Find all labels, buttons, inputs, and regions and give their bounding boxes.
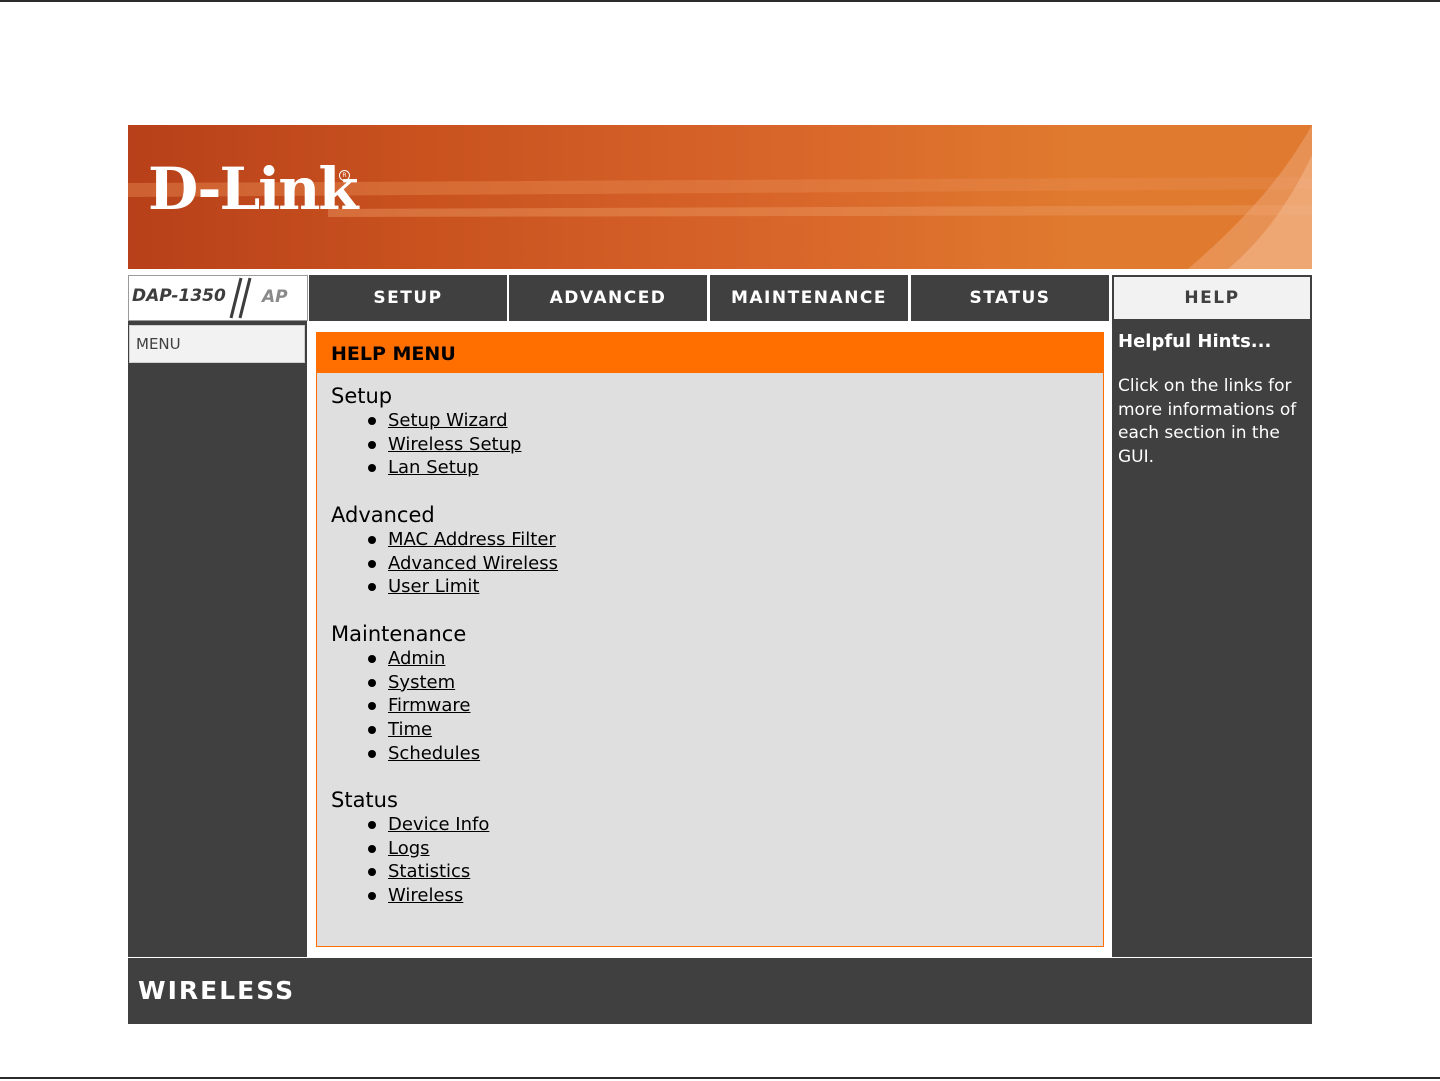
list-item: Logs	[331, 837, 489, 861]
header-banner: D-Link R	[128, 125, 1312, 269]
section-title: Setup	[331, 384, 393, 408]
link-admin[interactable]: Admin	[388, 648, 445, 669]
link-list: Setup Wizard Wireless Setup Lan Setup	[331, 409, 521, 480]
link-list: Admin System Firmware Time Schedules	[331, 647, 480, 765]
left-sidebar: MENU	[128, 321, 307, 957]
list-item: System	[331, 671, 480, 695]
helpful-hints-sidebar: Helpful Hints... Click on the links for …	[1112, 321, 1312, 957]
list-item: Advanced Wireless	[331, 552, 558, 576]
link-advanced-wireless[interactable]: Advanced Wireless	[388, 553, 558, 574]
link-list: Device Info Logs Statistics Wireless	[331, 813, 489, 908]
link-wireless-setup[interactable]: Wireless Setup	[388, 434, 521, 455]
link-setup-wizard[interactable]: Setup Wizard	[388, 410, 508, 431]
hints-text: Click on the links for more informations…	[1118, 376, 1297, 467]
list-item: Statistics	[331, 860, 489, 884]
bullet-icon	[368, 464, 376, 473]
link-firmware[interactable]: Firmware	[388, 695, 471, 716]
bullet-icon	[368, 655, 376, 663]
tab-status[interactable]: STATUS	[911, 275, 1109, 321]
help-menu-panel: HELP MENU Setup Setup Wizard Wireless Se…	[316, 332, 1104, 947]
bullet-icon	[368, 417, 376, 425]
section-title: Maintenance	[331, 622, 467, 646]
section-status: Status Device Info Logs Statistics Wirel…	[331, 787, 489, 908]
list-item: User Limit	[331, 575, 558, 599]
hints-title: Helpful Hints...	[1118, 331, 1272, 352]
registered-mark-icon: R	[339, 170, 350, 181]
link-list: MAC Address Filter Advanced Wireless Use…	[331, 528, 558, 599]
link-logs[interactable]: Logs	[388, 838, 430, 859]
dlink-logo: D-Link	[148, 155, 359, 223]
link-device-info[interactable]: Device Info	[388, 814, 489, 835]
panel-title: HELP MENU	[317, 333, 1103, 373]
list-item: Wireless Setup	[331, 433, 521, 457]
tab-advanced[interactable]: ADVANCED	[509, 275, 707, 321]
list-item: Schedules	[331, 742, 480, 766]
link-mac-address-filter[interactable]: MAC Address Filter	[388, 529, 556, 550]
link-system[interactable]: System	[388, 672, 455, 693]
list-item: Wireless	[331, 884, 489, 908]
tab-help[interactable]: HELP	[1112, 275, 1312, 321]
link-schedules[interactable]: Schedules	[388, 743, 480, 764]
list-item: Time	[331, 718, 480, 742]
top-navigation: DAP-1350 AP SETUP ADVANCED MAINTENANCE S…	[128, 275, 1312, 323]
sidebar-item-menu[interactable]: MENU	[129, 325, 305, 363]
bullet-icon	[368, 892, 376, 901]
section-title: Advanced	[331, 503, 435, 527]
link-lan-setup[interactable]: Lan Setup	[388, 457, 479, 478]
section-title: Status	[331, 788, 398, 812]
bullet-icon	[368, 583, 376, 592]
section-setup: Setup Setup Wizard Wireless Setup Lan Se…	[331, 383, 521, 480]
footer-bar: WIRELESS	[128, 958, 1312, 1024]
model-name: DAP-1350	[132, 286, 226, 306]
router-admin-frame: D-Link R DAP-1350 AP SETUP ADVANCED MAIN…	[128, 125, 1312, 1024]
link-time[interactable]: Time	[388, 719, 432, 740]
link-statistics[interactable]: Statistics	[388, 861, 470, 882]
link-user-limit[interactable]: User Limit	[388, 576, 479, 597]
footer-wireless-label: WIRELESS	[138, 976, 296, 1005]
bullet-icon	[368, 702, 376, 711]
link-wireless[interactable]: Wireless	[388, 885, 463, 906]
bullet-icon	[368, 868, 376, 877]
section-advanced: Advanced MAC Address Filter Advanced Wir…	[331, 502, 558, 599]
main-content: HELP MENU Setup Setup Wizard Wireless Se…	[308, 321, 1110, 957]
list-item: Firmware	[331, 694, 480, 718]
bullet-icon	[368, 440, 376, 449]
bullet-icon	[368, 821, 376, 829]
bullet-icon	[368, 726, 376, 735]
section-maintenance: Maintenance Admin System Firmware Time S…	[331, 621, 480, 765]
model-badge: DAP-1350 AP	[128, 275, 308, 321]
bullet-icon	[368, 844, 376, 853]
top-rule	[0, 0, 1440, 2]
bullet-icon	[368, 559, 376, 568]
list-item: MAC Address Filter	[331, 528, 558, 552]
tab-maintenance[interactable]: MAINTENANCE	[710, 275, 908, 321]
tab-setup[interactable]: SETUP	[309, 275, 507, 321]
bullet-icon	[368, 536, 376, 544]
list-item: Setup Wizard	[331, 409, 521, 433]
bullet-icon	[368, 678, 376, 687]
bottom-rule	[0, 1077, 1440, 1079]
slash-divider-icon	[229, 277, 252, 319]
model-mode: AP	[262, 287, 288, 307]
list-item: Device Info	[331, 813, 489, 837]
list-item: Admin	[331, 647, 480, 671]
list-item: Lan Setup	[331, 456, 521, 480]
bullet-icon	[368, 749, 376, 758]
